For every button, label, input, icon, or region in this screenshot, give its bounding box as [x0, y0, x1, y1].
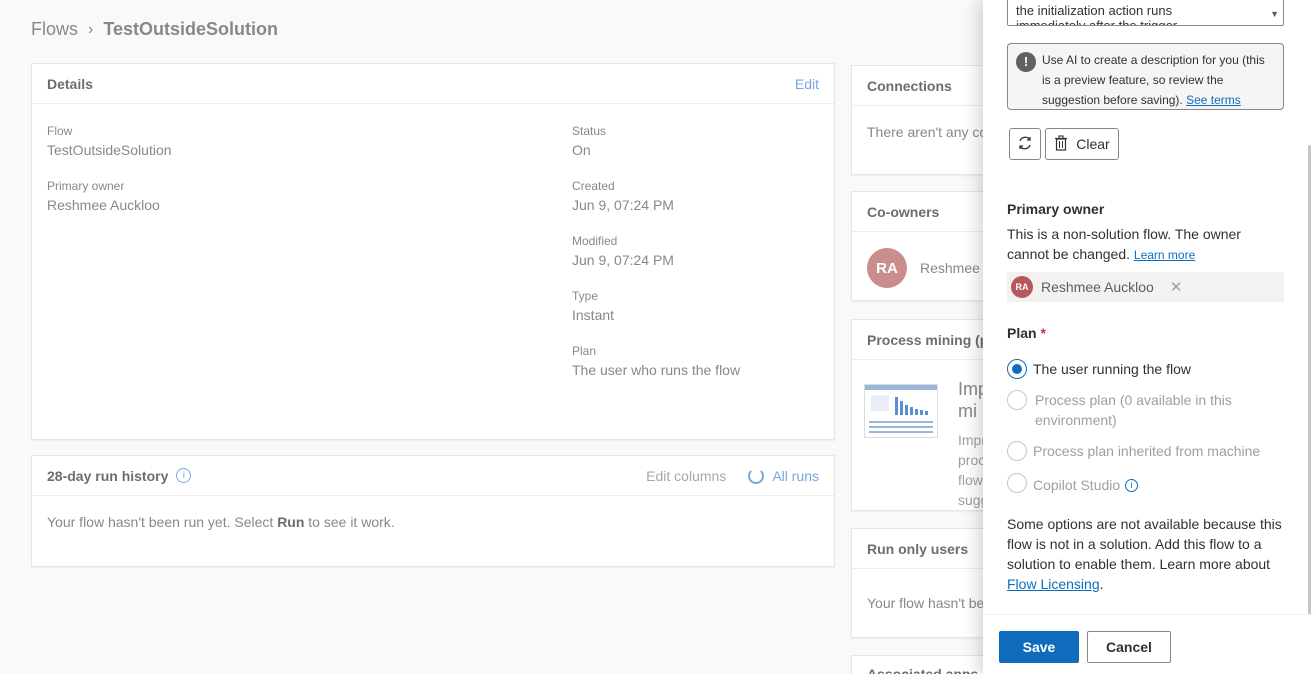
associated-title: Associated apps: [867, 666, 979, 674]
detail-owner-value: Reshmee Auckloo: [47, 197, 160, 213]
info-icon[interactable]: i: [1125, 478, 1139, 492]
coowner-name: Reshmee A: [920, 260, 993, 276]
radio-copilot-studio[interactable]: [1007, 473, 1027, 493]
detail-status-label: Status: [572, 124, 607, 138]
detail-status: Status On: [572, 124, 606, 158]
refresh-icon: [748, 467, 765, 484]
detail-status-value: On: [572, 142, 591, 158]
flow-licensing-link[interactable]: Flow Licensing: [1007, 576, 1100, 592]
description-line-1: the initialization action runs: [1016, 3, 1173, 18]
detail-owner-label: Primary owner: [47, 179, 125, 193]
period: .: [1099, 576, 1104, 592]
warning-icon: !: [1016, 52, 1036, 72]
radio-label-process-plan: Process plan (0 available in this enviro…: [1035, 392, 1232, 428]
plan-title: Plan *: [1007, 325, 1046, 341]
breadcrumb-flows-link[interactable]: Flows: [31, 19, 78, 40]
primary-owner-title: Primary owner: [1007, 201, 1105, 217]
regenerate-button[interactable]: [1009, 128, 1041, 160]
run-only-text: Your flow hasn't be: [867, 595, 985, 611]
trash-icon: [1054, 134, 1068, 154]
radio-label-copilot-studio-group: Copilot Studio i: [1033, 475, 1139, 495]
detail-type-value: Instant: [572, 307, 615, 323]
radio-user-running-flow[interactable]: [1007, 359, 1027, 379]
run-history-card: 28-day run history i Edit columns All ru…: [31, 455, 835, 567]
detail-owner: Primary owner Reshmee Auckloo: [47, 179, 160, 213]
owner-chip-name: Reshmee Auckloo: [1041, 279, 1154, 295]
detail-type-label: Type: [572, 289, 599, 303]
run-history-title-group: 28-day run history i: [47, 467, 192, 484]
detail-modified-label: Modified: [572, 234, 618, 248]
radio-process-plan-machine[interactable]: [1007, 441, 1027, 461]
avatar: RA: [867, 248, 907, 288]
ai-notice: ! Use AI to create a description for you…: [1007, 43, 1284, 110]
detail-plan-label: Plan: [572, 344, 597, 358]
run-history-actions: Edit columns All runs: [646, 467, 819, 484]
panel-scrollbar[interactable]: [1308, 145, 1311, 615]
details-edit-link[interactable]: Edit: [795, 76, 819, 92]
edit-columns-button[interactable]: Edit columns: [646, 468, 726, 484]
scroll-down-icon[interactable]: ▼: [1270, 7, 1279, 22]
coowners-title: Co-owners: [867, 203, 940, 220]
run-history-header: 28-day run history i Edit columns All ru…: [32, 456, 834, 496]
plan-title-text: Plan: [1007, 325, 1037, 341]
plan-note: Some options are not available because t…: [1007, 514, 1287, 594]
owner-note: This is a non-solution flow. The owner c…: [1007, 224, 1277, 265]
connections-title: Connections: [867, 77, 952, 94]
info-icon[interactable]: i: [176, 468, 192, 483]
run-message-pre: Your flow hasn't been run yet. Select: [47, 514, 278, 530]
run-only-title: Run only users: [867, 540, 969, 557]
radio-label-user-running-flow: The user running the flow: [1033, 361, 1191, 377]
owner-chip: RA Reshmee Auckloo ✕: [1007, 272, 1284, 302]
radio-label-process-plan-machine: Process plan inherited from machine: [1033, 443, 1261, 459]
breadcrumb-current: TestOutsideSolution: [103, 19, 279, 39]
breadcrumb: Flows › TestOutsideSolution: [31, 19, 278, 40]
process-mining-title: Process mining (p: [867, 331, 989, 348]
all-runs-link[interactable]: All runs: [748, 467, 819, 484]
see-terms-link[interactable]: See terms: [1186, 93, 1241, 107]
detail-created: Created Jun 9, 07:24 PM: [572, 179, 674, 213]
learn-more-link[interactable]: Learn more: [1134, 248, 1195, 262]
run-history-empty-message: Your flow hasn't been run yet. Select Ru…: [47, 514, 395, 530]
clear-button[interactable]: Clear: [1045, 128, 1119, 160]
details-card: Details Edit Flow TestOutsideSolution Pr…: [31, 63, 835, 440]
description-line-2: immediately after the trigger: [1016, 18, 1178, 26]
chevron-right-icon: ›: [88, 20, 94, 38]
detail-flow: Flow TestOutsideSolution: [47, 124, 172, 158]
details-title: Details: [47, 75, 93, 92]
detail-plan: Plan The user who runs the flow: [572, 344, 740, 378]
owner-note-text: This is a non-solution flow. The owner c…: [1007, 226, 1241, 262]
details-card-header: Details Edit: [32, 64, 834, 104]
radio-process-plan[interactable]: [1007, 390, 1027, 410]
description-textarea[interactable]: the initialization action runs immediate…: [1007, 0, 1284, 26]
detail-modified-value: Jun 9, 07:24 PM: [572, 252, 674, 268]
panel-footer: Save Cancel: [983, 614, 1313, 674]
connections-text: There aren't any co: [867, 124, 988, 140]
detail-modified: Modified Jun 9, 07:24 PM: [572, 234, 674, 268]
detail-plan-value: The user who runs the flow: [572, 362, 741, 378]
edit-flow-panel: the initialization action runs immediate…: [983, 0, 1313, 674]
clear-label: Clear: [1076, 136, 1110, 152]
required-mark: *: [1040, 325, 1046, 341]
detail-created-value: Jun 9, 07:24 PM: [572, 197, 674, 213]
save-button[interactable]: Save: [999, 631, 1079, 663]
avatar: RA: [1011, 276, 1033, 298]
plan-note-text: Some options are not available because t…: [1007, 516, 1282, 572]
close-icon: ✕: [1169, 279, 1183, 296]
run-message-post: to see it work.: [304, 514, 395, 530]
process-mining-illustration: [864, 384, 938, 438]
radio-label-copilot-studio: Copilot Studio: [1033, 477, 1121, 493]
detail-flow-label: Flow: [47, 124, 73, 138]
cancel-button[interactable]: Cancel: [1087, 631, 1171, 663]
refresh-icon: [1017, 135, 1033, 154]
all-runs-label: All runs: [772, 467, 819, 484]
run-message-bold: Run: [277, 514, 305, 530]
detail-created-label: Created: [572, 179, 615, 193]
detail-type: Type Instant: [572, 289, 614, 323]
run-history-title: 28-day run history: [47, 467, 169, 484]
detail-flow-value: TestOutsideSolution: [47, 142, 172, 158]
